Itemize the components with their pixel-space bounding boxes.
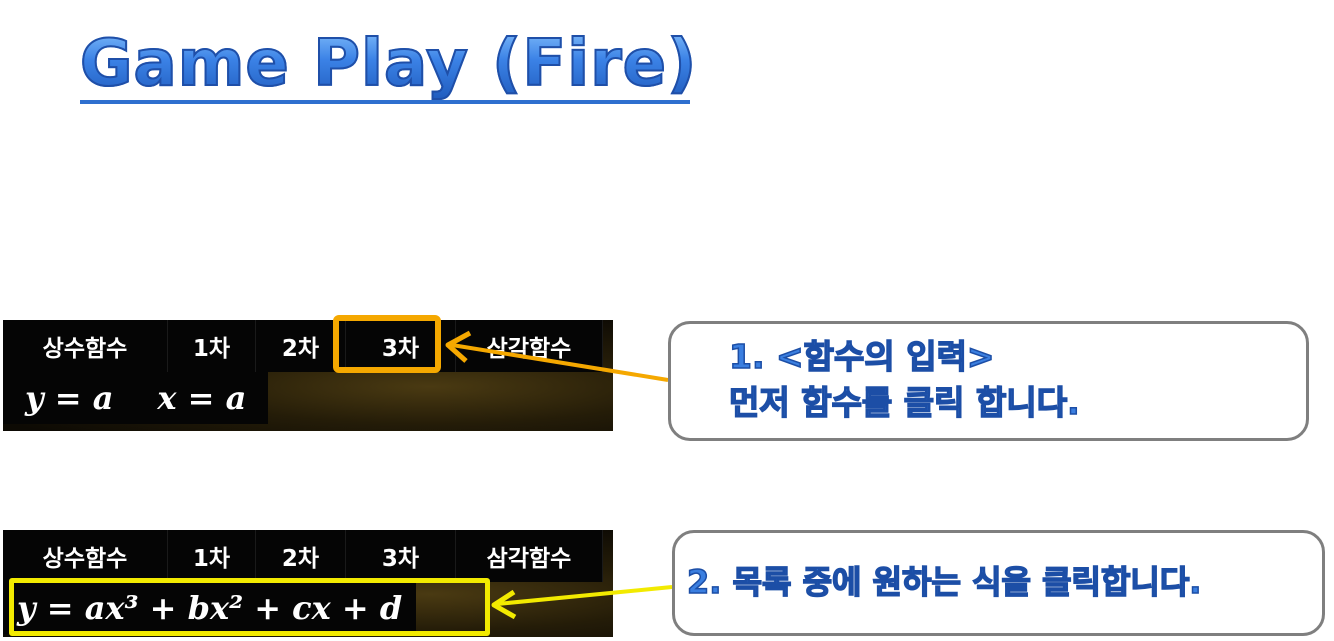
callout-step2-line1: 2. 목록 중에 원하는 식을 클릭합니다. <box>686 562 1202 602</box>
callout-step1-line2: 먼저 함수를 클릭 합니다. <box>728 382 1080 423</box>
arrow-step2 <box>496 585 673 606</box>
callout-step1-line1: 1. <함수의 입력> <box>728 336 995 377</box>
callout-step1: 1. <함수의 입력> 먼저 함수를 클릭 합니다. <box>668 321 1309 441</box>
callout-step2: 2. 목록 중에 원하는 식을 클릭합니다. <box>672 530 1325 636</box>
arrow-step1 <box>451 343 669 382</box>
